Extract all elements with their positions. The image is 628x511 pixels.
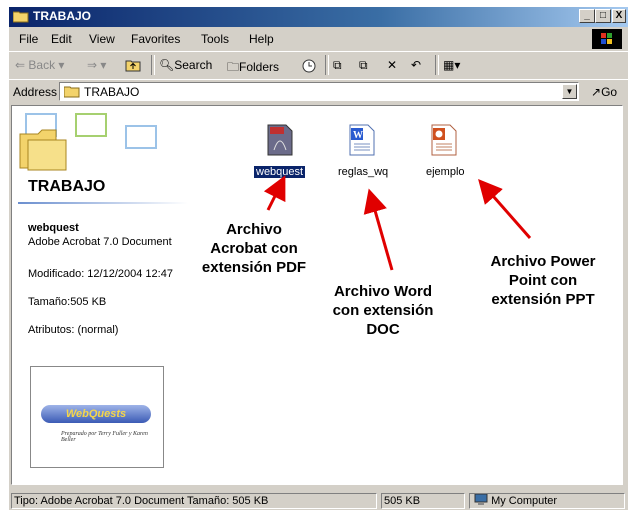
menu-edit[interactable]: Edit <box>51 32 72 46</box>
move-to-icon: ⧉ <box>333 58 342 72</box>
back-label: Back <box>28 58 56 72</box>
up-folder-icon <box>125 60 141 72</box>
toolbar-separator <box>325 55 329 75</box>
windows-logo-icon <box>592 29 622 49</box>
toolbar-separator <box>435 55 439 75</box>
address-field[interactable]: TRABAJO ▼ <box>59 82 579 101</box>
undo-icon: ↶ <box>411 58 422 72</box>
search-icon: 🔍︎ <box>159 58 175 72</box>
menu-favorites[interactable]: Favorites <box>131 32 180 46</box>
copy-to-button[interactable]: ⧉ <box>359 58 368 73</box>
delete-button[interactable]: ✕ <box>387 58 397 72</box>
menu-bar: File Edit View Favorites Tools Help <box>9 29 628 49</box>
status-zone-label: My Computer <box>491 495 558 507</box>
search-button[interactable]: 🔍︎Search <box>159 58 212 72</box>
close-button[interactable]: X <box>612 9 626 23</box>
address-label: Address <box>13 85 58 99</box>
status-info: Tipo: Adobe Acrobat 7.0 Document Tamaño:… <box>11 493 377 509</box>
window-title: TRABAJO <box>33 9 92 23</box>
copy-to-icon: ⧉ <box>359 58 368 72</box>
back-arrow-icon: ⇐ <box>15 58 26 72</box>
folder-icon <box>64 86 80 98</box>
delete-icon: ✕ <box>387 58 398 72</box>
go-label: Go <box>601 85 618 99</box>
folder-view[interactable]: TRABAJO webquest Adobe Acrobat 7.0 Docum… <box>11 105 623 485</box>
maximize-button[interactable]: □ <box>595 9 611 23</box>
menu-view[interactable]: View <box>89 32 115 46</box>
status-bar: Tipo: Adobe Acrobat 7.0 Document Tamaño:… <box>9 491 628 511</box>
standard-toolbar: ⇐ Back ▾ ⇒ ▾ 🔍︎Search 🗀︎Folders ⧉ ⧉ ✕ ↶ … <box>9 51 628 78</box>
arrow-to-ppt <box>478 178 532 239</box>
back-button[interactable]: ⇐ Back ▾ <box>15 58 64 72</box>
minimize-button[interactable]: _ <box>579 9 595 23</box>
menu-file[interactable]: File <box>19 32 38 46</box>
status-size: 505 KB <box>381 493 465 509</box>
forward-arrow-icon: ⇒ <box>87 58 98 72</box>
folders-label: Folders <box>239 60 280 74</box>
address-dropdown-button[interactable]: ▼ <box>562 84 577 99</box>
views-button[interactable]: ▦▾ <box>443 58 460 72</box>
folders-button[interactable]: 🗀︎Folders <box>227 58 279 79</box>
forward-button[interactable]: ⇒ ▾ <box>87 58 106 72</box>
computer-icon <box>474 494 488 505</box>
status-zone: My Computer <box>469 493 625 509</box>
annotation-arrows <box>263 175 532 271</box>
history-icon <box>302 59 316 73</box>
explorer-window: TRABAJO _ □ X File Edit View Favorites T… <box>8 6 628 510</box>
undo-button[interactable]: ↶ <box>411 58 421 72</box>
title-bar[interactable]: TRABAJO _ □ X <box>9 7 628 27</box>
address-value: TRABAJO <box>84 85 140 99</box>
search-label: Search <box>174 58 213 72</box>
folder-icon <box>13 11 29 23</box>
views-icon: ▦ <box>443 58 455 72</box>
arrow-to-word <box>363 188 394 271</box>
menu-help[interactable]: Help <box>249 32 274 46</box>
go-arrow-icon: ↗ <box>591 85 602 99</box>
toolbar-separator <box>151 55 155 75</box>
history-button[interactable] <box>301 58 317 77</box>
folders-icon: 🗀︎ <box>227 60 240 74</box>
arrow-to-pdf <box>263 175 286 211</box>
move-to-button[interactable]: ⧉ <box>333 58 342 73</box>
up-folder-button[interactable] <box>125 58 141 75</box>
address-bar: Address TRABAJO ▼ ↗Go <box>9 79 628 104</box>
menu-tools[interactable]: Tools <box>201 32 229 46</box>
go-button[interactable]: ↗Go <box>591 85 617 99</box>
